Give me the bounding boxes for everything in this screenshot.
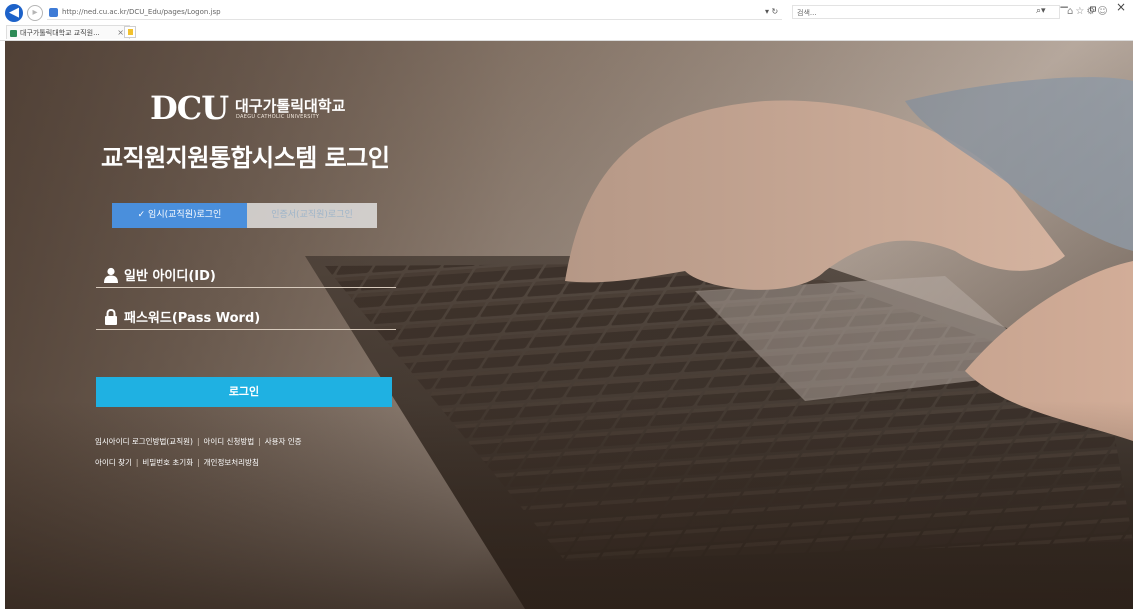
login-page: DCU 대구가톨릭대학교 DAEGU CATHOLIC UNIVERSITY 교… xyxy=(5,41,1133,609)
page-favicon-icon xyxy=(49,7,58,17)
url-text: http://ned.cu.ac.kr/DCU_Edu/pages/Logon.… xyxy=(62,8,221,16)
find-id-link[interactable]: 아이디 찾기 xyxy=(95,458,132,467)
browser-tab[interactable]: 대구가톨릭대학교 교직원... × xyxy=(6,25,130,39)
temp-login-guide-link[interactable]: 임시아이디 로그인방법(교직원) xyxy=(95,437,193,446)
address-bar[interactable]: http://ned.cu.ac.kr/DCU_Edu/pages/Logon.… xyxy=(47,5,782,20)
arrow-left-icon: ◀ xyxy=(9,5,19,20)
reset-password-link[interactable]: 비밀번호 초기화 xyxy=(142,458,193,467)
tab-close-button[interactable]: × xyxy=(117,26,124,39)
privacy-policy-link[interactable]: 개인정보처리방침 xyxy=(204,458,259,467)
browser-chrome: ◀ ▸ http://ned.cu.ac.kr/DCU_Edu/pages/Lo… xyxy=(0,0,1133,41)
arrow-right-icon: ▸ xyxy=(32,7,38,18)
dcu-logo: DCU 대구가톨릭대학교 DAEGU CATHOLIC UNIVERSITY xyxy=(150,90,390,126)
page-title: 교직원지원통합시스템 로그인 xyxy=(101,144,390,172)
tab-favicon-icon xyxy=(10,29,17,37)
login-button[interactable]: 로그인 xyxy=(96,377,392,407)
search-icon[interactable]: ⌕▾ xyxy=(1036,6,1046,16)
separator: | xyxy=(197,458,200,467)
help-links-row-1: 임시아이디 로그인방법(교직원) | 아이디 신청방법 | 사용자 인증 xyxy=(95,436,302,447)
id-field[interactable]: 일반 아이디(ID) xyxy=(96,263,396,288)
id-apply-link[interactable]: 아이디 신청방법 xyxy=(203,437,254,446)
separator: | xyxy=(196,437,200,446)
tab-temp-login[interactable]: ✓ 임시(교직원)로그인 xyxy=(112,203,247,228)
logo-mark: DCU xyxy=(150,89,229,127)
password-placeholder: 패스워드(Pass Word) xyxy=(124,311,261,326)
separator: | xyxy=(135,458,139,467)
id-placeholder: 일반 아이디(ID) xyxy=(124,269,216,284)
user-auth-link[interactable]: 사용자 인증 xyxy=(265,437,302,446)
browser-search-input[interactable]: 검색... xyxy=(792,5,1060,19)
tab-cert-login[interactable]: 인증서(교직원)로그인 xyxy=(247,203,377,228)
restore-button[interactable]: ㅁ xyxy=(1085,1,1101,16)
close-window-button[interactable]: × xyxy=(1113,0,1129,14)
lock-icon xyxy=(105,309,117,325)
new-tab-button[interactable] xyxy=(124,26,136,38)
back-button[interactable]: ◀ xyxy=(5,4,23,22)
help-links-row-2: 아이디 찾기 | 비밀번호 초기화 | 개인정보처리방침 xyxy=(95,457,259,468)
tab-title: 대구가톨릭대학교 교직원... xyxy=(20,29,100,37)
forward-button[interactable]: ▸ xyxy=(27,5,43,21)
university-name-en: DAEGU CATHOLIC UNIVERSITY xyxy=(236,114,320,120)
separator: | xyxy=(258,437,261,446)
refresh-button[interactable]: ▾ ↻ xyxy=(765,5,778,19)
user-icon xyxy=(104,267,118,283)
university-name-kr: 대구가톨릭대학교 xyxy=(235,97,346,115)
minimize-button[interactable]: − xyxy=(1056,0,1072,14)
password-field[interactable]: 패스워드(Pass Word) xyxy=(96,305,396,330)
